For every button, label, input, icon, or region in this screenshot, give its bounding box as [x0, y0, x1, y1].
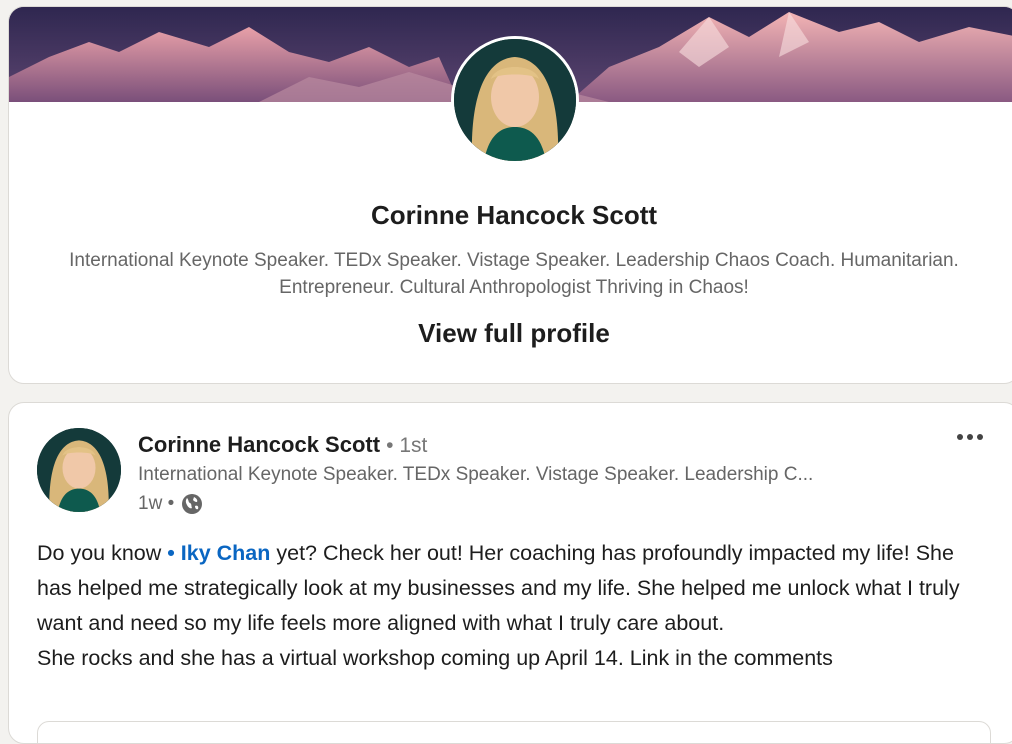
post-author-avatar[interactable]: [37, 428, 121, 512]
profile-avatar[interactable]: [451, 36, 579, 164]
post-card: Corinne Hancock Scott • 1st Internationa…: [8, 402, 1012, 744]
post-meta: 1w •: [138, 492, 204, 516]
mention-link[interactable]: • Iky Chan: [167, 541, 270, 565]
post-author-name[interactable]: Corinne Hancock Scott • 1st: [138, 432, 427, 458]
post-text: Do you know • Iky Chan yet? Check her ou…: [37, 536, 977, 676]
profile-card: Corinne Hancock Scott International Keyn…: [8, 6, 1012, 384]
link-preview-card[interactable]: [37, 721, 991, 743]
more-options-icon[interactable]: [955, 427, 985, 447]
view-full-profile-button[interactable]: View full profile: [9, 318, 1012, 349]
post-text-before-mention: Do you know: [37, 541, 168, 565]
profile-name[interactable]: Corinne Hancock Scott: [9, 200, 1012, 231]
post-text-paragraph1: Do you know • Iky Chan yet? Check her ou…: [37, 536, 977, 641]
post-time: 1w •: [138, 493, 175, 514]
profile-headline: International Keynote Speaker. TEDx Spea…: [29, 247, 999, 301]
post-author-name-text[interactable]: Corinne Hancock Scott: [138, 432, 380, 457]
profile-headline-line1: International Keynote Speaker. TEDx Spea…: [69, 250, 959, 271]
post-text-paragraph2: She rocks and she has a virtual workshop…: [37, 646, 833, 670]
connection-degree: • 1st: [386, 434, 428, 457]
globe-icon: [180, 492, 204, 516]
post-author-headline: International Keynote Speaker. TEDx Spea…: [138, 464, 814, 485]
profile-headline-line2: Entrepreneur. Cultural Anthropologist Th…: [279, 277, 749, 298]
